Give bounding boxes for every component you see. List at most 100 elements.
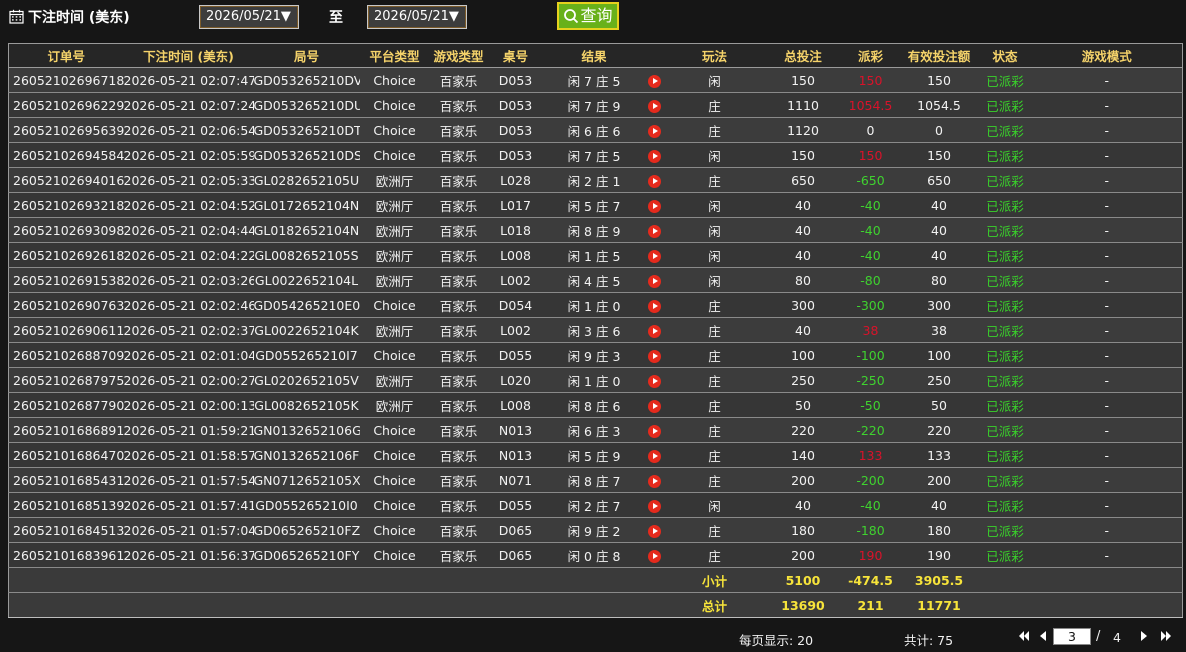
video-replay-icon[interactable]: [648, 324, 661, 338]
video-replay-icon[interactable]: [648, 524, 661, 538]
current-page-input[interactable]: [1053, 628, 1091, 645]
valid-bet-cell: 38: [899, 317, 979, 343]
order-cell: 260521026956398: [8, 117, 124, 143]
first-page-icon[interactable]: [1017, 628, 1031, 644]
play-type-cell: 庄: [664, 517, 765, 543]
game-type-cell: 百家乐: [429, 292, 488, 318]
prev-page-icon[interactable]: [1036, 628, 1050, 644]
payout-cell: -50: [841, 392, 900, 418]
game-mode-cell: -: [1031, 342, 1183, 368]
valid-bet-cell: 40: [899, 242, 979, 268]
video-replay-icon[interactable]: [648, 449, 661, 463]
subtotal-payout: -474.5: [841, 567, 900, 593]
video-replay-icon[interactable]: [648, 274, 661, 288]
video-replay-icon[interactable]: [648, 499, 661, 513]
payout-cell: -650: [841, 167, 900, 193]
game-mode-cell: -: [1031, 267, 1183, 293]
round-cell: GD055265210I0: [253, 492, 360, 518]
bet-time-cell: 2026-05-21 02:05:33: [123, 167, 254, 193]
payout-cell: 150: [841, 142, 900, 168]
bet-time-cell: 2026-05-21 02:04:52: [123, 192, 254, 218]
col-header-platform: 平台类型: [359, 43, 430, 68]
video-replay-icon[interactable]: [648, 549, 661, 563]
round-cell: GD053265210DU: [253, 92, 360, 118]
video-replay-icon[interactable]: [648, 99, 661, 113]
video-replay-icon[interactable]: [648, 399, 661, 413]
video-replay-icon[interactable]: [648, 224, 661, 238]
status-cell: 已派彩: [978, 542, 1032, 568]
video-replay-icon[interactable]: [648, 424, 661, 438]
status-cell: 已派彩: [978, 392, 1032, 418]
table-row: 260521026945842 2026-05-21 02:05:59 GD0532…: [8, 142, 1183, 168]
status-cell: 已派彩: [978, 292, 1032, 318]
page-total-label: 4: [1113, 630, 1121, 645]
video-replay-icon[interactable]: [648, 349, 661, 363]
play-type-cell: 庄: [664, 392, 765, 418]
search-icon: [564, 9, 579, 24]
total-bet: 13690: [764, 592, 842, 618]
round-cell: GN0132652106F: [253, 442, 360, 468]
bet-time-cell: 2026-05-21 01:56:37: [123, 542, 254, 568]
play-type-cell: 庄: [664, 467, 765, 493]
bet-amount-cell: 150: [764, 67, 842, 93]
video-replay-icon[interactable]: [648, 249, 661, 263]
play-type-cell: 庄: [664, 292, 765, 318]
status-cell: 已派彩: [978, 517, 1032, 543]
payout-cell: -40: [841, 242, 900, 268]
valid-bet-cell: 250: [899, 367, 979, 393]
result-cell: 闲 2 庄 7: [543, 492, 645, 518]
result-cell: 闲 6 庄 6: [543, 117, 645, 143]
platform-cell: 欧洲厅: [359, 242, 430, 268]
bet-amount-cell: 650: [764, 167, 842, 193]
bet-amount-cell: 250: [764, 367, 842, 393]
play-type-cell: 闲: [664, 492, 765, 518]
round-cell: GL0172652104N: [253, 192, 360, 218]
order-cell: 260521026962294: [8, 92, 124, 118]
video-replay-icon[interactable]: [648, 474, 661, 488]
total-valid-bet: 11771: [899, 592, 979, 618]
last-page-icon[interactable]: [1159, 628, 1173, 644]
table-row: 260521026906119 2026-05-21 02:02:37 GL0022…: [8, 317, 1183, 343]
video-replay-icon[interactable]: [648, 374, 661, 388]
play-type-cell: 庄: [664, 92, 765, 118]
query-button-label: 查询: [580, 6, 613, 25]
replay-cell: [644, 242, 665, 268]
table-no-cell: L017: [487, 192, 544, 218]
table-no-cell: L018: [487, 217, 544, 243]
video-replay-icon[interactable]: [648, 299, 661, 313]
end-date-select[interactable]: 2026/05/21▼: [367, 5, 467, 29]
valid-bet-cell: 150: [899, 142, 979, 168]
video-replay-icon[interactable]: [648, 174, 661, 188]
order-cell: 260521016839612: [8, 542, 124, 568]
col-header-status: 状态: [978, 43, 1032, 68]
game-type-cell: 百家乐: [429, 342, 488, 368]
game-type-cell: 百家乐: [429, 542, 488, 568]
round-cell: GL0082652105S: [253, 242, 360, 268]
bet-amount-cell: 220: [764, 417, 842, 443]
next-page-icon[interactable]: [1137, 628, 1151, 644]
platform-cell: Choice: [359, 142, 430, 168]
game-mode-cell: -: [1031, 542, 1183, 568]
valid-bet-cell: 133: [899, 442, 979, 468]
payout-cell: 0: [841, 117, 900, 143]
video-replay-icon[interactable]: [648, 149, 661, 163]
start-date-select[interactable]: 2026/05/21▼: [199, 5, 299, 29]
video-replay-icon[interactable]: [648, 74, 661, 88]
game-type-cell: 百家乐: [429, 167, 488, 193]
video-replay-icon[interactable]: [648, 199, 661, 213]
payout-cell: -40: [841, 217, 900, 243]
game-type-cell: 百家乐: [429, 517, 488, 543]
valid-bet-cell: 200: [899, 467, 979, 493]
order-cell: 260521016854315: [8, 467, 124, 493]
bet-amount-cell: 50: [764, 392, 842, 418]
order-cell: 260521016868910: [8, 417, 124, 443]
order-cell: 260521016851395: [8, 492, 124, 518]
valid-bet-cell: 180: [899, 517, 979, 543]
query-button[interactable]: 查询: [557, 2, 619, 30]
video-replay-icon[interactable]: [648, 124, 661, 138]
table-row: 260521016854315 2026-05-21 01:57:54 GN0712…: [8, 467, 1183, 493]
bet-amount-cell: 180: [764, 517, 842, 543]
payout-cell: 1054.5: [841, 92, 900, 118]
play-type-cell: 庄: [664, 542, 765, 568]
order-cell: 260521026915388: [8, 267, 124, 293]
